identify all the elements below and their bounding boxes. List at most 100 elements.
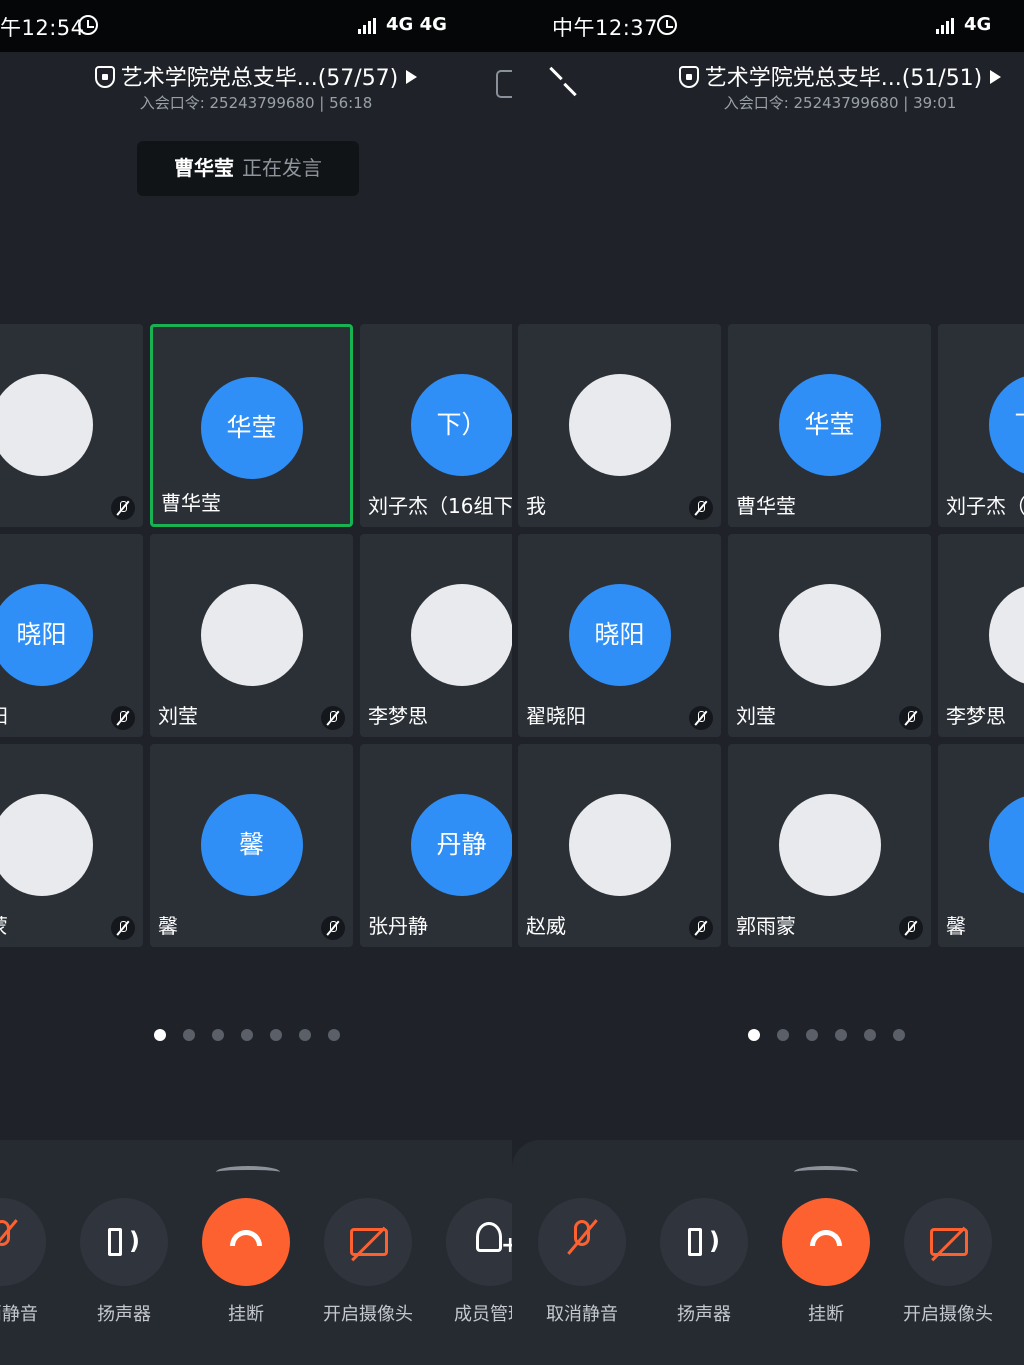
mic-off-icon	[574, 1220, 590, 1246]
control-circle	[0, 1198, 46, 1286]
avatar-photo	[0, 794, 93, 896]
page-dot[interactable]	[835, 1029, 847, 1041]
meeting-title[interactable]: 艺术学院党总支毕...(57/57)	[0, 60, 512, 92]
signal-icon	[936, 18, 956, 34]
mic-muted-icon	[899, 706, 923, 730]
participant-name: 赵威	[526, 914, 566, 938]
avatar-initials: 华莹	[200, 377, 303, 479]
participant-tile[interactable]: 刘莹	[728, 534, 931, 737]
page-dot[interactable]	[270, 1029, 282, 1041]
page-dot[interactable]	[212, 1029, 224, 1041]
participant-name: 翟晓阳	[526, 704, 586, 728]
participant-tile[interactable]: 丹静 张丹静	[360, 744, 512, 947]
participant-name: 曹华莹	[736, 494, 796, 518]
participant-name: 馨	[946, 914, 966, 938]
avatar-photo	[988, 584, 1024, 686]
mic-muted-icon	[111, 496, 135, 520]
camera-off-button[interactable]: 开启摄像头	[308, 1198, 428, 1326]
left-screen: 午12:54 4G 4G 艺术学院党总支毕...(57/57) 入会口令: 25…	[0, 0, 512, 1365]
hangup-button[interactable]: 挂断	[766, 1198, 886, 1326]
participant-tile[interactable]: 郭雨蒙	[728, 744, 931, 947]
page-dot[interactable]	[241, 1029, 253, 1041]
participant-tile[interactable]: 刘莹	[150, 534, 353, 737]
avatar-initials: 馨	[988, 794, 1024, 896]
right-screenshot: 中午12:37 4G 艺术学院党总支毕...(51/51) 入会口令: 2524…	[512, 0, 1024, 1365]
control-label: 取消静音	[546, 1304, 618, 1325]
participant-tile[interactable]: 馨馨	[938, 744, 1024, 947]
hangup-icon	[230, 1230, 262, 1246]
avatar-initials: 馨	[200, 794, 303, 896]
signal-icon	[358, 18, 378, 34]
expand-arrow-icon	[990, 70, 1002, 84]
camera-off-icon	[350, 1228, 388, 1256]
participant-tile[interactable]: 郭雨蒙	[0, 744, 143, 947]
participant-tile[interactable]: 华莹曹华莹	[728, 324, 931, 527]
meeting-title[interactable]: 艺术学院党总支毕...(51/51)	[512, 60, 1024, 92]
members-icon	[476, 1222, 512, 1258]
page-dot[interactable]	[864, 1029, 876, 1041]
drag-handle[interactable]	[794, 1166, 858, 1178]
control-label: 挂断	[228, 1304, 264, 1325]
participant-name: 郭雨蒙	[0, 910, 8, 939]
avatar-initials: 下）	[410, 374, 512, 476]
right-screen: 中午12:37 4G 艺术学院党总支毕...(51/51) 入会口令: 2524…	[512, 0, 1024, 1365]
hangup-icon	[810, 1230, 842, 1246]
participant-tile[interactable]: 华莹曹华莹	[150, 324, 353, 527]
speaker-button[interactable]: 扬声器	[644, 1198, 764, 1326]
participant-tile[interactable]: 下） 刘子杰（	[938, 324, 1024, 527]
drag-handle[interactable]	[216, 1166, 280, 1178]
page-dot[interactable]	[328, 1029, 340, 1041]
page-dot[interactable]	[806, 1029, 818, 1041]
alarm-icon	[78, 15, 98, 35]
mic-muted-icon	[689, 706, 713, 730]
meeting-meta: 入会口令: 25243799680 | 56:18	[139, 94, 373, 112]
avatar-photo	[568, 794, 671, 896]
camera-off-button[interactable]: 开启摄像头	[888, 1198, 1008, 1326]
alarm-icon	[657, 15, 677, 35]
participant-name: 李梦思	[368, 704, 428, 728]
page-dot[interactable]	[154, 1029, 166, 1041]
status-time: 午12:54	[0, 16, 85, 40]
avatar-photo	[200, 584, 303, 686]
avatar-photo	[410, 584, 512, 686]
participant-tile[interactable]: 赵威	[518, 744, 721, 947]
speaker-status: 正在发言	[242, 156, 322, 180]
mic-muted-icon	[321, 706, 345, 730]
speaker-button[interactable]: 扬声器	[64, 1198, 184, 1326]
left-screenshot: 午12:54 4G 4G 艺术学院党总支毕...(57/57) 入会口令: 25…	[0, 0, 512, 1365]
network-label: 4G 4G	[386, 14, 447, 35]
mic-muted-icon	[689, 496, 713, 520]
mic-off-button[interactable]: 取消静音	[0, 1198, 62, 1326]
page-dot[interactable]	[183, 1029, 195, 1041]
participant-tile[interactable]: 晓阳翟晓阳	[0, 534, 143, 737]
control-bar: 取消静音 扬声器 挂断 开启摄像头	[512, 1140, 1024, 1365]
control-label: 扬声器	[677, 1304, 731, 1325]
expand-arrow-icon	[406, 70, 418, 84]
avatar-initials: 晓阳	[568, 584, 671, 686]
avatar-initials: 华莹	[778, 374, 881, 476]
members-button[interactable]: 成员管理	[430, 1198, 512, 1326]
participant-name: 曹华莹	[161, 491, 221, 515]
mic-muted-icon	[899, 916, 923, 940]
participant-tile[interactable]: 李梦思	[938, 534, 1024, 737]
participant-tile[interactable]: 晓阳翟晓阳	[518, 534, 721, 737]
control-circle	[446, 1198, 512, 1286]
participant-name: 刘子杰（16组下）	[368, 494, 512, 518]
mic-off-button[interactable]: 取消静音	[522, 1198, 642, 1326]
meeting-meta: 入会口令: 25243799680 | 39:01	[723, 94, 957, 112]
page-dot[interactable]	[299, 1029, 311, 1041]
switch-camera-icon[interactable]	[496, 70, 512, 98]
hangup-button[interactable]: 挂断	[186, 1198, 306, 1326]
participant-tile[interactable]: 下） 刘子杰（16组下）	[360, 324, 512, 527]
participant-tile[interactable]: 李梦思	[360, 534, 512, 737]
participant-tile[interactable]: 馨馨	[150, 744, 353, 947]
participant-name: 刘莹	[736, 704, 776, 728]
participant-tile[interactable]: 我	[0, 324, 143, 527]
page-dot[interactable]	[893, 1029, 905, 1041]
page-dot[interactable]	[777, 1029, 789, 1041]
status-time: 中午12:37	[552, 16, 659, 40]
control-label: 扬声器	[97, 1304, 151, 1325]
participant-tile[interactable]: 我	[518, 324, 721, 527]
page-dot[interactable]	[748, 1029, 760, 1041]
speaker-name: 曹华莹	[174, 156, 234, 180]
